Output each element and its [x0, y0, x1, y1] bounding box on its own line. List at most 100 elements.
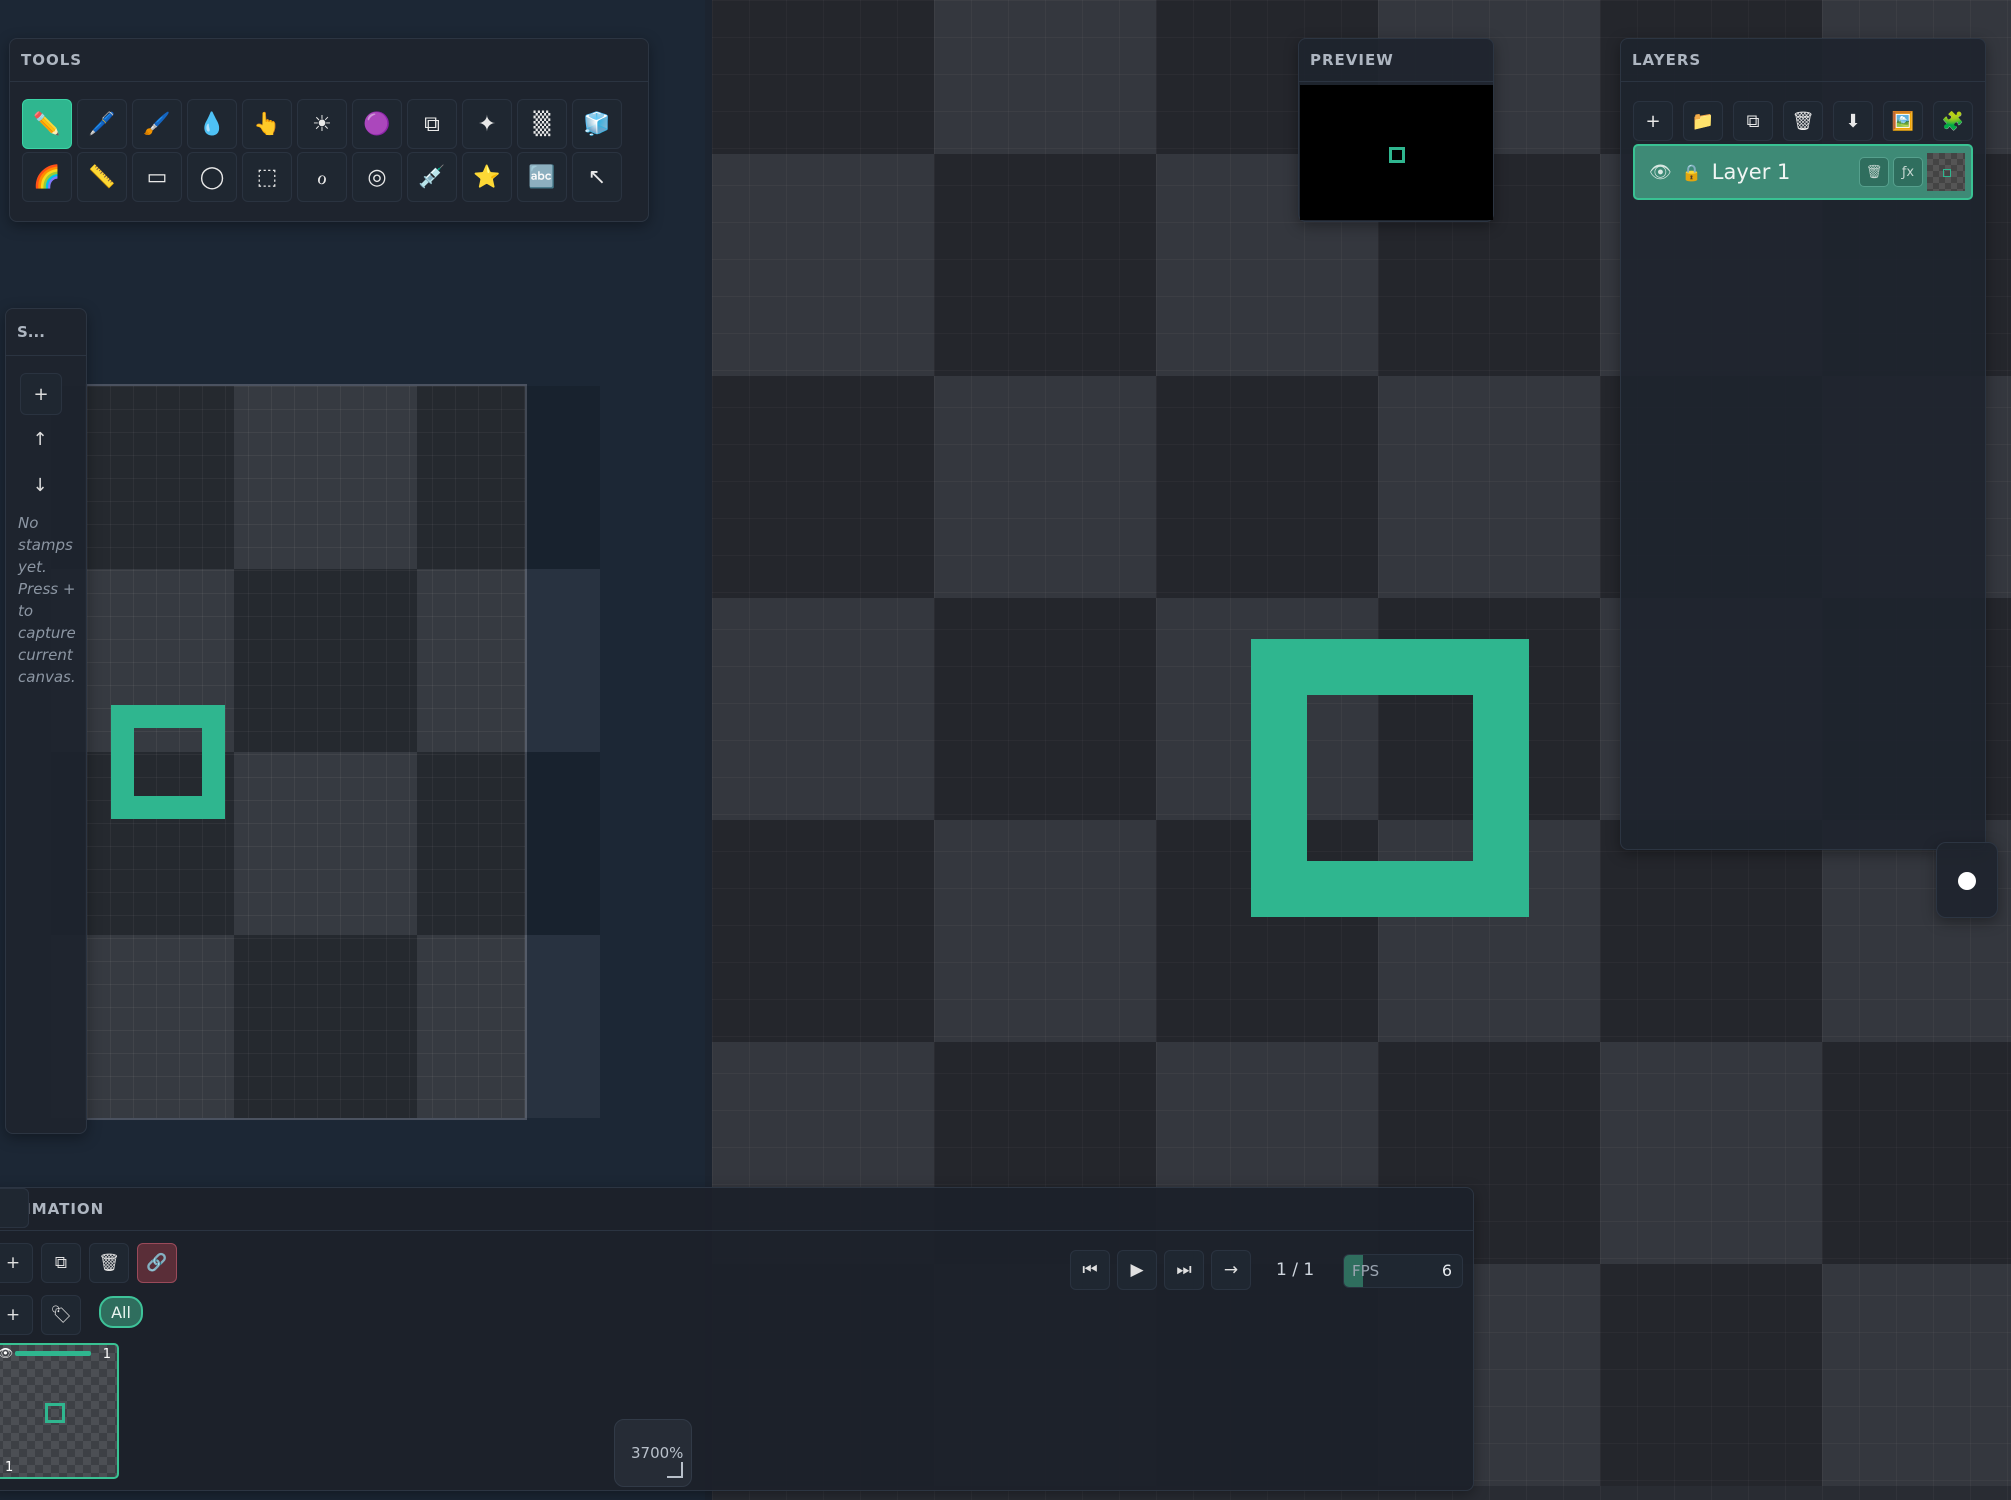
stamps-panel: S... + ↑ ↓ No stamps yet. Press + to cap…	[5, 308, 87, 1134]
add-tag-button[interactable]: +	[0, 1295, 33, 1335]
link-frames-button[interactable]: 🔗	[137, 1243, 177, 1283]
smudge-tool-button[interactable]: 👆	[242, 99, 292, 149]
lock-icon[interactable]: 🔒	[1682, 163, 1702, 182]
frame-thumbnail[interactable]: 👁 1 1	[0, 1343, 119, 1479]
spiral-tool-button[interactable]: ◎	[352, 152, 402, 202]
resize-corner-icon	[667, 1462, 683, 1478]
rectangle-tool-button[interactable]: ▭	[132, 152, 182, 202]
brush-tool-button[interactable]: 🖌️	[132, 99, 182, 149]
navigator-checker-cell	[234, 752, 417, 935]
move-tool-button[interactable]: ↖	[572, 152, 622, 202]
filter-all-button[interactable]: All	[99, 1296, 143, 1328]
canvas-checker-cell	[1156, 376, 1378, 598]
layers-toolbar: + 📁 ⧉ 🗑 ⬇ 🖼️ 🧩	[1633, 101, 1973, 141]
canvas-checker-cell	[1600, 1264, 1822, 1486]
add-layer-button[interactable]: +	[1633, 101, 1673, 141]
stamps-empty-message: No stamps yet. Press + to capture curren…	[18, 514, 76, 686]
line-tool-button[interactable]: 📏	[77, 152, 127, 202]
dither-tool-button[interactable]: ▒	[517, 99, 567, 149]
next-frame-button[interactable]: →	[1211, 1250, 1251, 1290]
first-frame-button[interactable]: ⏮	[1070, 1250, 1110, 1290]
animation-title: ANIMATION	[0, 1188, 1473, 1231]
canvas-checker-cell	[712, 820, 934, 1042]
canvas-checker-cell	[1378, 376, 1600, 598]
star-tool-button[interactable]: ⭐	[462, 152, 512, 202]
add-group-button[interactable]: 📁	[1683, 101, 1723, 141]
canvas-checker-cell	[712, 376, 934, 598]
ellipse-tool-button[interactable]: ◯	[187, 152, 237, 202]
navigator-shape	[111, 705, 225, 819]
color-toggle-button[interactable]	[1936, 842, 1998, 918]
pencil-tool-button[interactable]: ✏️	[22, 99, 72, 149]
navigator-checker-cell	[234, 386, 417, 569]
canvas-checker-cell	[934, 154, 1156, 376]
canvas-checker-cell	[1600, 820, 1822, 1042]
frame-duration-bar	[15, 1351, 91, 1356]
layer-thumbnail	[1927, 153, 1965, 191]
canvas-checker-cell	[712, 598, 934, 820]
layer-row[interactable]: 👁 🔒 Layer 1 🗑 ƒx	[1633, 144, 1973, 200]
lighten-tool-button[interactable]: ☀	[297, 99, 347, 149]
lasso-tool-button[interactable]: ℴ	[297, 152, 347, 202]
navigator-checker-cell	[417, 386, 600, 569]
layer-name: Layer 1	[1711, 160, 1791, 184]
stamps-title: S...	[6, 309, 86, 356]
text-tool-button[interactable]: 🔤	[517, 152, 567, 202]
tools-title: TOOLS	[10, 39, 648, 82]
canvas-checker-cell	[934, 598, 1156, 820]
frame-number: 1	[5, 1460, 14, 1475]
last-frame-button[interactable]: ⏭	[1164, 1250, 1204, 1290]
navigator-checker-cell	[417, 935, 600, 1118]
fill-tool-button[interactable]: 💧	[187, 99, 237, 149]
add-stamp-button[interactable]: +	[20, 373, 62, 415]
zoom-indicator[interactable]: 3700%	[614, 1419, 692, 1487]
delete-frame-button[interactable]: 🗑	[89, 1243, 129, 1283]
navigator-checker-cell	[417, 752, 600, 935]
eye-icon[interactable]: 👁	[1649, 162, 1672, 183]
preview-shape	[1389, 147, 1405, 163]
preview-panel: PREVIEW	[1298, 38, 1494, 222]
layers-title: LAYERS	[1621, 39, 1985, 82]
canvas-checker-cell	[1600, 1042, 1822, 1264]
frame-duration: 1	[102, 1347, 111, 1362]
sparkle-tool-button[interactable]: ✦	[462, 99, 512, 149]
fps-value: 6	[1441, 1261, 1452, 1280]
move-stamp-up-button[interactable]: ↑	[20, 419, 60, 459]
add-frame-button[interactable]: +	[0, 1243, 33, 1283]
color-dot	[1958, 872, 1976, 890]
fps-slider[interactable]: FPS 6	[1343, 1254, 1463, 1288]
frame-shape	[45, 1403, 65, 1423]
tool-grid: ✏️ 🖊️ 🖌️ 💧 👆 ☀ 🟣 ⧉ ✦ ▒ 🧊 🌈 📏 ▭ ◯ ⬚ ℴ ◎ 💉 ⭐ 🔤 ↖	[22, 99, 623, 202]
rainbow-tool-button[interactable]: 🌈	[22, 152, 72, 202]
move-stamp-down-button[interactable]: ↓	[20, 465, 60, 505]
selection-tool-button[interactable]: ⬚	[242, 152, 292, 202]
merge-down-button[interactable]: ⬇	[1833, 101, 1873, 141]
layers-panel: LAYERS + 📁 ⧉ 🗑 ⬇ 🖼️ 🧩 👁 🔒 Layer 1 🗑 ƒx	[1620, 38, 1986, 850]
preview-title: PREVIEW	[1299, 39, 1493, 82]
animation-panel: ANIMATION All 👁 1 1 1 / 1 FPS 6 + ⧉ 🗑 🔗 + 🏷 ⏮ ▶…	[0, 1187, 1474, 1491]
layer-delete-icon[interactable]: 🗑	[1859, 157, 1889, 187]
gradient-tool-button[interactable]: 🧊	[572, 99, 622, 149]
plugin-button[interactable]: 🧩	[1933, 101, 1973, 141]
sphere-tool-button[interactable]: 🟣	[352, 99, 402, 149]
import-image-button[interactable]: 🖼️	[1883, 101, 1923, 141]
eyedropper-tool-button[interactable]: 💉	[407, 152, 457, 202]
play-button[interactable]: ▶	[1117, 1250, 1157, 1290]
tag-button[interactable]: 🏷	[41, 1295, 81, 1335]
canvas-checker-cell	[934, 820, 1156, 1042]
delete-layer-button[interactable]: 🗑	[1783, 101, 1823, 141]
canvas-checker-cell	[712, 0, 934, 154]
duplicate-layer-button[interactable]: ⧉	[1733, 101, 1773, 141]
preview-image	[1300, 85, 1493, 220]
eye-icon[interactable]: 👁	[0, 1346, 13, 1360]
frame-counter: 1 / 1	[1276, 1260, 1315, 1280]
tools-panel: TOOLS ✏️ 🖊️ 🖌️ 💧 👆 ☀ 🟣 ⧉ ✦ ▒ 🧊 🌈 📏 ▭ ◯ ⬚ ℴ ◎ 💉 ⭐ 🔤 ↖	[9, 38, 649, 222]
clone-tool-button[interactable]: ⧉	[407, 99, 457, 149]
duplicate-frame-button[interactable]: ⧉	[41, 1243, 81, 1283]
layer-fx-button[interactable]: ƒx	[1893, 157, 1923, 187]
pen-tool-button[interactable]: 🖊️	[77, 99, 127, 149]
canvas-shape	[1251, 639, 1529, 917]
canvas-checker-cell	[712, 154, 934, 376]
canvas-checker-cell	[1822, 1042, 2011, 1264]
next-frame-button[interactable]	[0, 1188, 29, 1228]
